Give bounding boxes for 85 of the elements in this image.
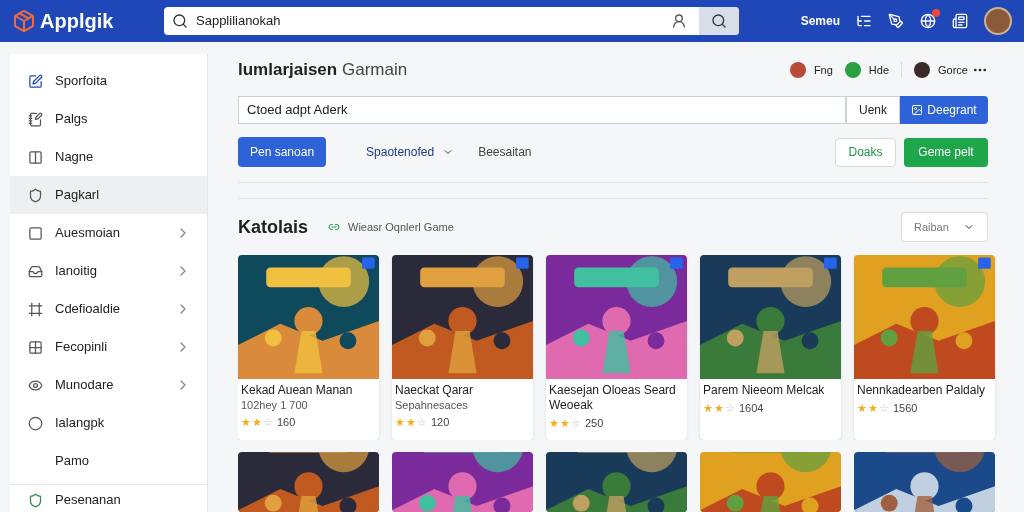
action-button[interactable]: Doaks xyxy=(835,137,896,167)
avatar[interactable] xyxy=(984,7,1012,35)
person-name[interactable]: Fng xyxy=(813,61,833,79)
empty-star-icon: ☆ xyxy=(263,416,273,428)
game-title: Kaesejan Oloeas Seard Weoeak xyxy=(549,383,677,414)
game-title: Parem Nieeom Melcak xyxy=(703,383,826,399)
game-card[interactable]: Nennkadearben Paldaly ★★☆ 1560 xyxy=(854,255,995,440)
item-icon xyxy=(28,377,43,393)
filled-star-icon: ★ xyxy=(252,416,262,428)
logo: Applgik xyxy=(40,9,114,34)
filled-star-icon: ★ xyxy=(406,416,416,428)
game-card[interactable]: Parem Nieeom Melcak ★★☆ 1604 xyxy=(700,255,841,440)
game-title: Naeckat Qarar xyxy=(395,383,475,399)
image-icon xyxy=(911,104,924,117)
item-icon xyxy=(28,492,43,508)
input-button[interactable]: Deegrant xyxy=(900,96,988,125)
dropdown-link[interactable]: Spaotenofed xyxy=(366,143,455,162)
empty-star-icon: ☆ xyxy=(417,416,427,428)
page-title: lumlarjaisen Garmain xyxy=(238,59,408,82)
action-button[interactable]: Pen sanoan xyxy=(238,137,327,168)
game-title: Nennkadearben Paldaly xyxy=(857,383,987,399)
rating-count: 120 xyxy=(431,415,450,431)
search-icon xyxy=(172,13,188,29)
sidebar-item[interactable]: Pagkarl xyxy=(10,176,207,214)
filled-star-icon: ★ xyxy=(857,402,867,414)
filled-star-icon: ★ xyxy=(241,416,251,428)
avatar xyxy=(789,62,806,78)
game-subtitle: Sepahnesaces xyxy=(395,398,469,413)
game-card[interactable]: Naeckat Qarar Sepahnesaces ★★☆ 120 xyxy=(392,255,533,440)
logo-icon xyxy=(12,9,36,33)
item-icon xyxy=(28,73,43,89)
search-button[interactable] xyxy=(699,7,739,35)
person-name[interactable]: Gorce xyxy=(938,61,968,79)
item-icon xyxy=(28,263,43,279)
rating-count: 250 xyxy=(585,416,604,432)
person-name[interactable]: Hde xyxy=(868,61,890,79)
game-card[interactable]: Kekad Auean Manan 102hey 1 700 ★★☆ 160 xyxy=(238,255,379,440)
rating-count: 1560 xyxy=(893,401,918,417)
search-icon xyxy=(711,13,727,29)
search-field[interactable]: Sapplilianokah xyxy=(164,7,739,35)
text-link[interactable]: Beesaitan xyxy=(478,143,532,162)
sort-dropdown[interactable]: Raiban xyxy=(901,212,988,243)
section-subtitle: Wieasr Oqnlerl Game xyxy=(348,220,454,236)
sidebar-item[interactable]: Ianoitig xyxy=(10,252,207,290)
user-icon[interactable] xyxy=(671,13,687,29)
empty-star-icon: ☆ xyxy=(725,402,735,414)
item-icon xyxy=(28,111,43,127)
pen-icon[interactable] xyxy=(888,13,904,29)
avatar xyxy=(844,62,861,78)
filled-star-icon: ★ xyxy=(560,417,570,429)
item-icon xyxy=(28,339,43,355)
filled-star-icon: ★ xyxy=(714,402,724,414)
sidebar-item[interactable]: Cdefioaldie xyxy=(10,290,207,328)
sidebar-item[interactable]: Palgs xyxy=(10,100,207,138)
filled-star-icon: ★ xyxy=(703,402,713,414)
sidebar-item[interactable]: Nagne xyxy=(10,138,207,176)
user-label[interactable]: Semeu xyxy=(800,12,840,30)
sidebar-item[interactable]: Munodare xyxy=(10,366,207,404)
item-icon xyxy=(28,187,43,203)
list-icon[interactable] xyxy=(856,13,872,29)
text-input[interactable]: Ctoed adpt Aderk xyxy=(238,96,846,125)
item-icon xyxy=(28,415,43,431)
rating-count: 160 xyxy=(277,415,296,431)
rating-count: 1604 xyxy=(739,401,764,417)
empty-star-icon: ☆ xyxy=(879,402,889,414)
sidebar-item[interactable]: Ialangpk xyxy=(10,404,207,442)
sidebar-item[interactable]: Sporfoita xyxy=(10,62,207,100)
game-card[interactable]: Kaesejan Oloeas Seard Weoeak ★★☆ 250 xyxy=(546,255,687,440)
item-icon xyxy=(28,149,43,165)
sidebar-item[interactable]: Fecopinli xyxy=(10,328,207,366)
sidebar-item[interactable]: Auesmoian xyxy=(10,214,207,252)
input-button[interactable]: Uenk xyxy=(846,96,900,125)
filled-star-icon: ★ xyxy=(549,417,559,429)
sidebar-item[interactable]: Pamo xyxy=(10,442,207,480)
news-icon[interactable] xyxy=(952,13,968,29)
avatar xyxy=(914,62,931,78)
item-icon xyxy=(28,301,43,317)
filled-star-icon: ★ xyxy=(868,402,878,414)
filled-star-icon: ★ xyxy=(395,416,405,428)
section-title: Katolais xyxy=(238,215,309,239)
item-icon xyxy=(28,225,43,241)
empty-star-icon: ☆ xyxy=(571,417,581,429)
game-subtitle: 102hey 1 700 xyxy=(241,398,309,413)
sidebar-item[interactable]: Pesenanan xyxy=(10,485,207,512)
game-title: Kekad Auean Manan xyxy=(241,383,354,399)
